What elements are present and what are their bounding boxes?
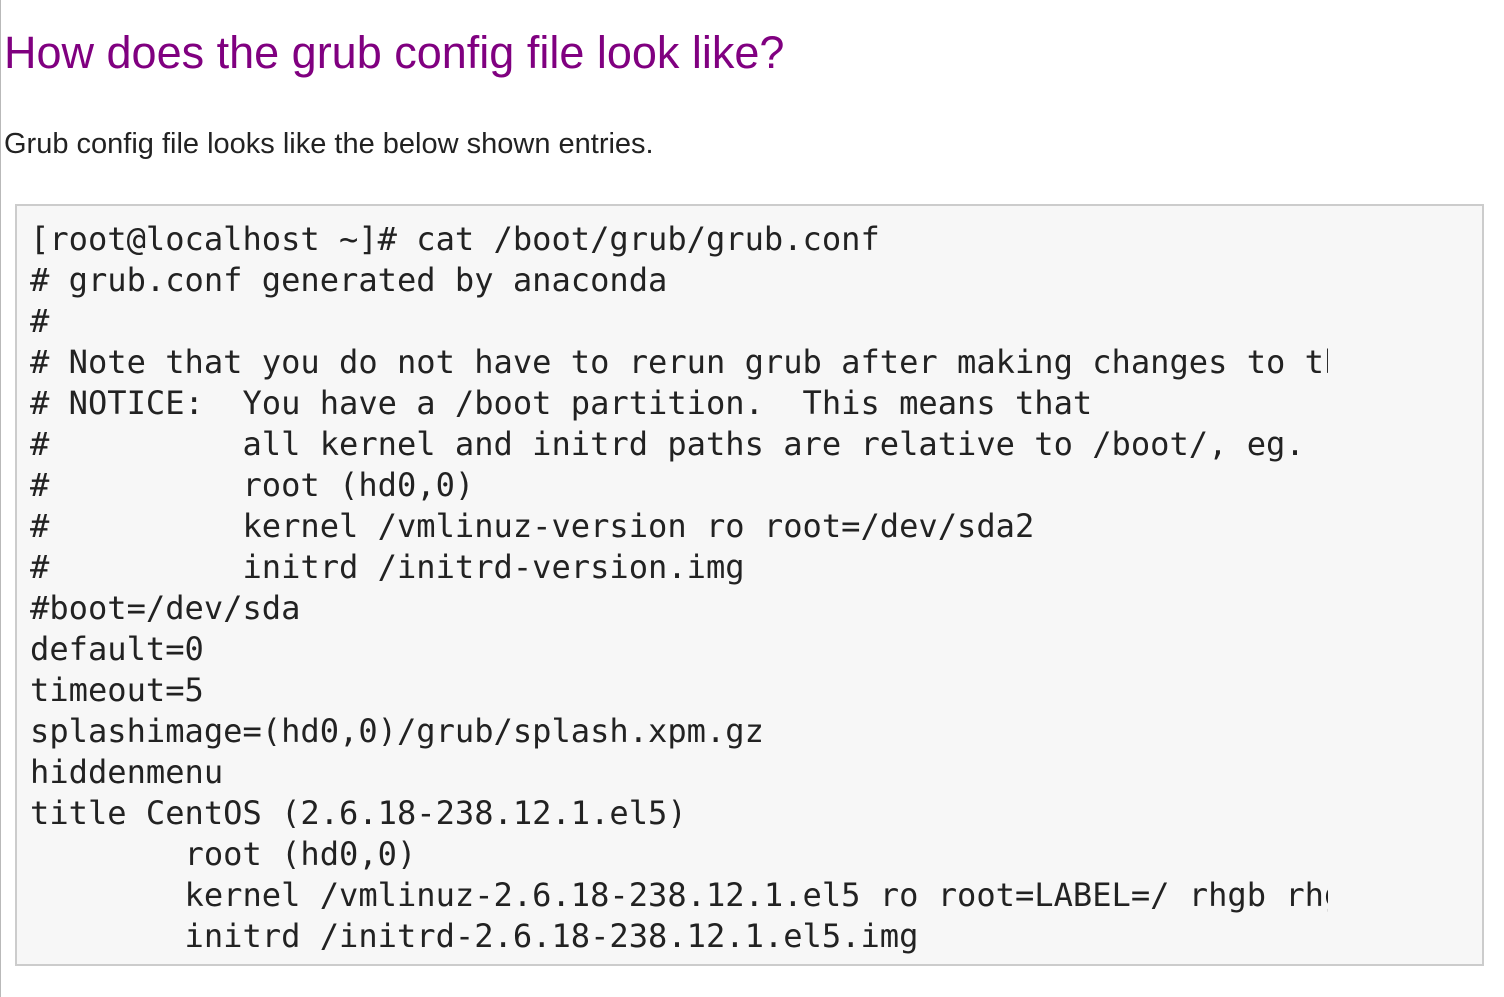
- page-left-border: [0, 0, 1, 997]
- code-line: # root (hd0,0): [30, 466, 475, 504]
- code-line: # initrd /initrd-version.img: [30, 548, 745, 586]
- code-line: timeout=5: [30, 671, 204, 709]
- code-line: splashimage=(hd0,0)/grub/splash.xpm.gz: [30, 712, 764, 750]
- code-line: title CentOS (2.6.18-238.12.1.el5): [30, 794, 687, 832]
- code-line: root (hd0,0): [30, 835, 417, 873]
- section-heading: How does the grub config file look like?: [4, 27, 785, 78]
- code-line: # kernel /vmlinuz-version ro root=/dev/s…: [30, 507, 1035, 545]
- code-line: # grub.conf generated by anaconda: [30, 261, 668, 299]
- code-line: initrd /initrd-2.6.18-238.12.1.el5.img: [30, 917, 919, 955]
- code-line: # Note that you do not have to rerun gru…: [30, 343, 1328, 381]
- code-line: hiddenmenu: [30, 753, 224, 791]
- code-line: default=0: [30, 630, 204, 668]
- code-line: #: [30, 302, 50, 340]
- code-line: kernel /vmlinuz-2.6.18-238.12.1.el5 ro r…: [30, 876, 1329, 914]
- code-line: # all kernel and initrd paths are relati…: [30, 425, 1305, 463]
- intro-paragraph: Grub config file looks like the below sh…: [4, 128, 654, 160]
- code-line: # NOTICE: You have a /boot partition. Th…: [30, 384, 1093, 422]
- code-block: [root@localhost ~]# cat /boot/grub/grub.…: [15, 204, 1484, 966]
- code-line: #boot=/dev/sda: [30, 589, 301, 627]
- code-content: [root@localhost ~]# cat /boot/grub/grub.…: [30, 219, 1328, 957]
- code-line: [root@localhost ~]# cat /boot/grub/grub.…: [30, 220, 880, 258]
